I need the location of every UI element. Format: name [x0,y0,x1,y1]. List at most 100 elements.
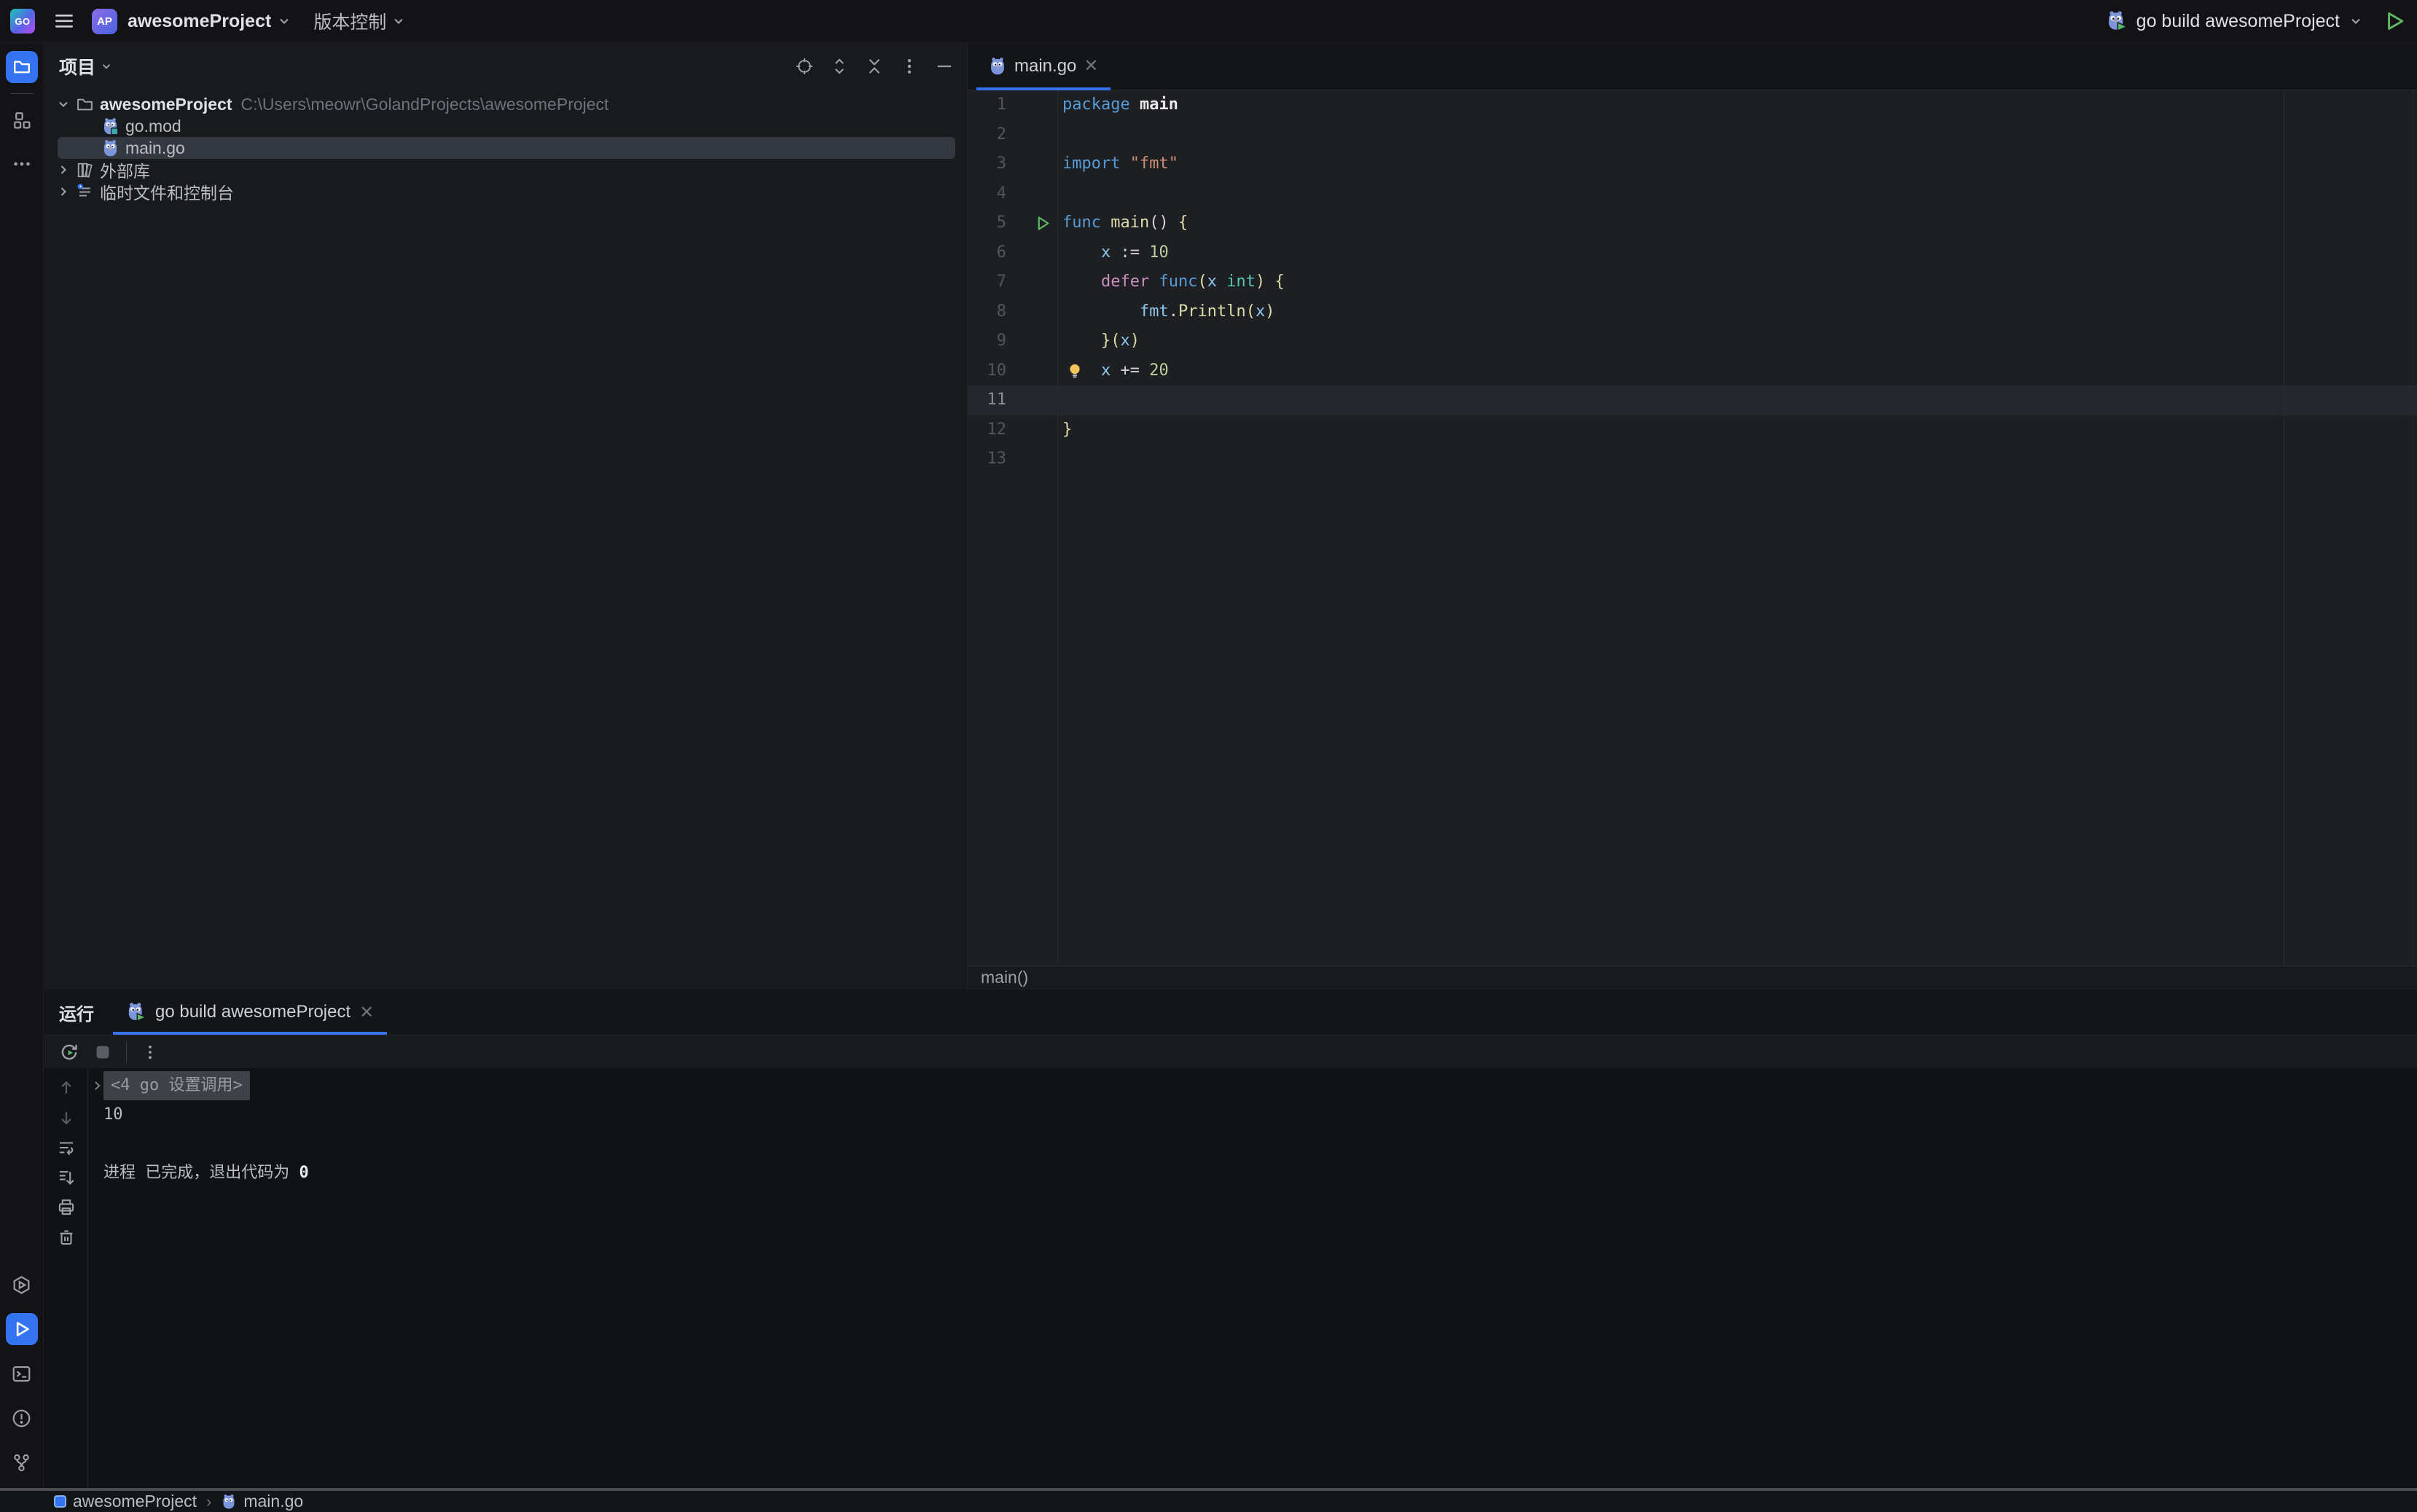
project-panel-header: 项目 [44,44,967,89]
folder-icon [12,58,31,77]
go-file-icon [988,57,1007,76]
run-tool-window-button[interactable] [6,1313,38,1345]
project-tree: awesomeProjectC:\Users\meowr\GolandProje… [44,89,967,203]
chevron-down-icon[interactable] [55,97,71,111]
line-number[interactable]: 10 [968,356,1057,386]
intention-bulb-icon[interactable] [1067,362,1083,380]
prev-occurrence-icon [57,1078,76,1097]
code-text [1057,385,1062,415]
close-tab-icon[interactable]: ✕ [1084,58,1098,75]
editor-tab-label: main.go [1014,56,1076,77]
more-tool-windows-button[interactable] [6,148,38,180]
code-line-8: 8 fmt.Println(x) [968,297,2417,327]
line-number[interactable]: 2 [968,120,1057,150]
console-line-2: 10 [90,1100,2417,1129]
terminal-tool-window-button[interactable] [6,1358,38,1390]
code-editor[interactable]: 1package main23import "fmt"45func main()… [968,90,2417,965]
gofile-icon [101,139,120,157]
line-number[interactable]: 8 [968,297,1057,327]
problems-tool-window-button[interactable] [6,1402,38,1434]
line-number[interactable]: 9 [968,326,1057,356]
next-occurrence-icon [57,1108,76,1127]
project-tool-window-button[interactable] [6,51,38,83]
hide-tool-window-icon[interactable] [935,57,954,76]
editor-tab-bar: main.go ✕ [968,44,2417,90]
select-opened-file-icon[interactable] [795,57,814,76]
code-text [1057,179,1062,209]
print-icon[interactable] [57,1198,76,1217]
code-line-2: 2 [968,120,2417,150]
status-bar: awesomeProject › main.go [0,1491,2417,1512]
line-number[interactable]: 1 [968,90,1057,120]
code-text: defer func(x int) { [1057,267,1285,297]
breadcrumb-item[interactable]: main() [981,968,1028,987]
run-tool-window: 运行 go build awesomeProject ✕ [44,990,2417,1488]
expand-all-icon[interactable] [830,57,849,76]
folded-command[interactable]: <4 go 设置调用> [103,1071,250,1100]
line-number[interactable]: 3 [968,149,1057,179]
console-line-1: <4 go 设置调用> [90,1071,2417,1100]
clear-all-icon[interactable] [57,1228,76,1247]
code-text: func main() { [1057,208,1188,238]
tree-item-label: 临时文件和控制台 [100,179,234,204]
tree-item-main-go[interactable]: main.go [44,137,967,159]
line-number[interactable]: 6 [968,238,1057,268]
more-options-kebab-icon[interactable] [141,1043,159,1061]
tree-item-外部库[interactable]: 外部库 [44,159,967,181]
run-tab-label: go build awesomeProject [155,1002,350,1022]
line-number[interactable]: 12 [968,415,1057,445]
rerun-icon[interactable] [59,1042,79,1062]
line-number[interactable]: 4 [968,179,1057,209]
line-number[interactable]: 11 [968,385,1057,415]
editor-area: main.go ✕ 1package main23import "fmt"45f… [967,44,2417,990]
tree-item-go-mod[interactable]: go.mod [44,115,967,137]
run-button[interactable] [2385,11,2405,31]
editor-breadcrumbs[interactable]: main() [968,965,2417,989]
tree-item-label: main.go [125,138,185,158]
toolbar-separator [126,1041,127,1063]
tree-item-临时文件和控制台[interactable]: 临时文件和控制台 [44,181,967,203]
goland-logo-icon: GO [10,9,35,34]
active-tab-underline [113,1032,387,1035]
version-control-tool-window-button[interactable] [6,1446,38,1478]
expand-fold-icon[interactable] [90,1079,103,1092]
code-text: package main [1057,90,1178,120]
code-line-13: 13 [968,444,2417,474]
code-line-6: 6 x := 10 [968,238,2417,268]
line-number[interactable]: 13 [968,444,1057,474]
status-breadcrumb[interactable]: awesomeProject › main.go [54,1492,303,1511]
run-tab-go-build[interactable]: go build awesomeProject ✕ [113,990,387,1035]
run-gutter-icon[interactable] [1035,215,1051,232]
code-text: x := 10 [1057,238,1169,268]
menu-version-control[interactable]: 版本控制 [313,8,406,34]
code-line-3: 3import "fmt" [968,149,2417,179]
console-toolbar [44,1068,88,1488]
tree-item-awesomeProject[interactable]: awesomeProjectC:\Users\meowr\GolandProje… [44,93,967,115]
project-selector[interactable]: awesomeProject [128,11,291,32]
structure-tool-window-button[interactable] [6,104,38,136]
main-menu-icon[interactable] [55,13,74,29]
options-kebab-icon[interactable] [900,57,919,76]
close-tab-icon[interactable]: ✕ [359,1002,374,1023]
project-icon [54,1495,66,1508]
scroll-to-end-icon[interactable] [57,1168,76,1187]
chevron-right-icon[interactable] [55,184,71,199]
code-text: fmt.Println(x) [1057,297,1274,327]
console-output[interactable]: <4 go 设置调用>10进程 已完成，退出代码为 0 [89,1068,2417,1188]
editor-tab-main-go[interactable]: main.go ✕ [976,43,1110,90]
gutter-separator [1057,90,1058,965]
run-config-selector[interactable]: go build awesomeProject [2106,10,2363,32]
project-panel-title[interactable]: 项目 [59,53,113,79]
library-icon [76,161,94,179]
go-run-tab-icon [126,1002,146,1022]
services-tool-window-button[interactable] [6,1269,38,1301]
line-number[interactable]: 7 [968,267,1057,297]
code-text: }(x) [1057,326,1140,356]
logo-text: GO [15,16,30,27]
breadcrumb-separator-icon: › [206,1492,211,1511]
run-panel-title: 运行 [59,1000,94,1025]
chevron-right-icon[interactable] [55,162,71,177]
soft-wrap-icon[interactable] [57,1138,76,1157]
tree-item-path: C:\Users\meowr\GolandProjects\awesomePro… [241,95,609,114]
collapse-all-icon[interactable] [865,57,884,76]
